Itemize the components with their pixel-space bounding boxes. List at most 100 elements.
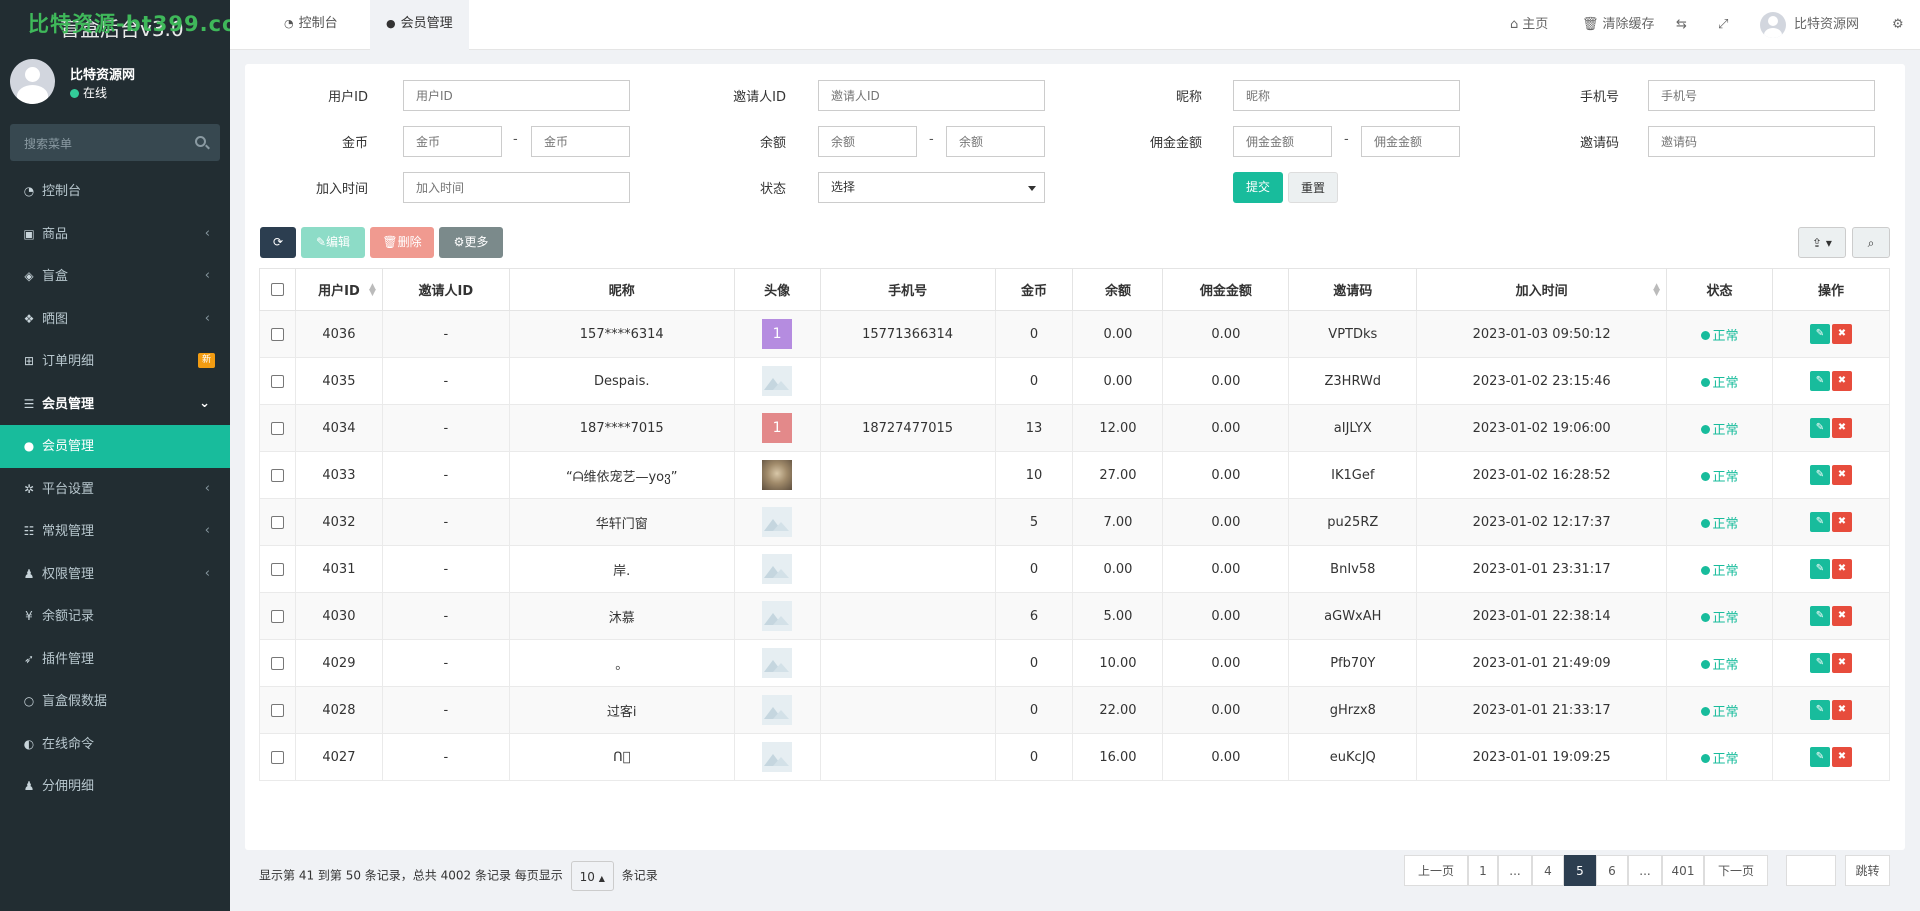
image-placeholder-icon[interactable] [762, 366, 793, 396]
avatar[interactable]: 1 [762, 413, 793, 443]
refresh-button[interactable]: ⟳ [260, 227, 296, 258]
next-page-button[interactable]: 下一页 [1704, 855, 1768, 886]
sidebar-item-members[interactable]: ● 会员管理 [0, 425, 230, 468]
cell-status[interactable]: 正常 [1666, 686, 1773, 734]
delete-icon[interactable]: ✖ [1831, 606, 1852, 626]
submit-button[interactable]: 提交 [1233, 172, 1283, 203]
col-user-id[interactable]: 用户ID ▲ ▼ [294, 268, 383, 311]
home-link[interactable]: ⌂ 主页 [1510, 0, 1548, 50]
image-placeholder-icon[interactable] [762, 742, 793, 772]
page-button[interactable]: 1 [1468, 855, 1498, 886]
sidebar-item-photos[interactable]: ❖ 晒图 ‹ [0, 298, 230, 341]
edit-icon[interactable]: ✎ [1809, 559, 1830, 579]
edit-icon[interactable]: ✎ [1809, 512, 1830, 532]
sidebar-item-online-command[interactable]: ◐ 在线命令 [0, 723, 230, 766]
status-badge[interactable]: 正常 [1700, 564, 1739, 579]
sidebar-item-plugins[interactable]: ➶ 插件管理 [0, 638, 230, 681]
status-badge[interactable]: 正常 [1700, 611, 1739, 626]
image-placeholder-icon[interactable] [762, 554, 793, 584]
edit-icon[interactable]: ✎ [1809, 747, 1830, 767]
edit-button[interactable]: ✎编辑 [301, 227, 365, 258]
row-checkbox[interactable] [259, 733, 296, 781]
col-join-time[interactable]: 加入时间 ▲ ▼ [1416, 268, 1668, 311]
row-checkbox[interactable] [259, 451, 296, 499]
tab-dashboard[interactable]: ◔ 控制台 [268, 0, 354, 50]
row-checkbox[interactable] [259, 592, 296, 640]
sidebar-item-dashboard[interactable]: ◔ 控制台 [0, 170, 230, 213]
sidebar-item-general[interactable]: ☷ 常规管理 ‹ [0, 510, 230, 553]
image-placeholder-icon[interactable] [762, 648, 793, 678]
status-badge[interactable]: 正常 [1700, 658, 1739, 673]
edit-icon[interactable]: ✎ [1809, 418, 1830, 438]
nickname-input[interactable] [1233, 80, 1460, 111]
sidebar-item-commission[interactable]: ♟ 分佣明细 [0, 765, 230, 808]
cell-status[interactable]: 正常 [1666, 404, 1773, 452]
phone-input[interactable] [1648, 80, 1875, 111]
edit-icon[interactable]: ✎ [1809, 700, 1830, 720]
cell-status[interactable]: 正常 [1666, 733, 1773, 781]
delete-button[interactable]: 🗑︎删除 [370, 227, 434, 258]
sidebar-item-balance-log[interactable]: ¥ 余额记录 [0, 595, 230, 638]
tab-members[interactable]: ● 会员管理 [370, 0, 469, 50]
join-time-input[interactable] [403, 172, 630, 203]
status-badge[interactable]: 正常 [1700, 376, 1739, 391]
row-checkbox[interactable] [259, 357, 296, 405]
prev-page-button[interactable]: 上一页 [1404, 855, 1468, 886]
delete-icon[interactable]: ✖ [1831, 371, 1852, 391]
edit-icon[interactable]: ✎ [1809, 324, 1830, 344]
delete-icon[interactable]: ✖ [1831, 653, 1852, 673]
status-badge[interactable]: 正常 [1700, 470, 1739, 485]
cell-status[interactable]: 正常 [1666, 451, 1773, 499]
page-size-select[interactable]: 10 ▲ [570, 861, 614, 891]
row-checkbox[interactable] [259, 404, 296, 452]
page-button[interactable]: 4 [1532, 855, 1564, 886]
delete-icon[interactable]: ✖ [1831, 465, 1852, 485]
status-badge[interactable]: 正常 [1700, 705, 1739, 720]
edit-icon[interactable]: ✎ [1809, 465, 1830, 485]
jump-button[interactable]: 跳转 [1845, 855, 1890, 886]
cell-status[interactable]: 正常 [1666, 498, 1773, 546]
search-icon[interactable] [195, 136, 206, 147]
jump-page-input[interactable] [1786, 855, 1836, 886]
row-checkbox[interactable] [259, 498, 296, 546]
export-button[interactable]: ⇪ ▾ [1798, 227, 1846, 258]
sidebar-item-orders[interactable]: ⊞ 订单明细新 [0, 340, 230, 383]
row-checkbox[interactable] [259, 545, 296, 593]
commission-max-input[interactable] [1361, 126, 1460, 157]
coins-max-input[interactable] [531, 126, 630, 157]
delete-icon[interactable]: ✖ [1831, 324, 1852, 344]
image-placeholder-icon[interactable] [762, 601, 793, 631]
sidebar-item-permissions[interactable]: ♟ 权限管理 ‹ [0, 553, 230, 596]
status-badge[interactable]: 正常 [1700, 752, 1739, 767]
cell-status[interactable]: 正常 [1666, 592, 1773, 640]
page-button[interactable]: 401 [1662, 855, 1704, 886]
cell-status[interactable]: 正常 [1666, 545, 1773, 593]
select-all-checkbox[interactable] [259, 268, 296, 311]
translate-icon[interactable]: ⇆ [1676, 0, 1687, 50]
avatar[interactable] [762, 460, 793, 490]
cell-status[interactable]: 正常 [1666, 357, 1773, 405]
status-select[interactable]: 选择 [818, 172, 1045, 203]
admin-menu[interactable]: 比特资源网 [1760, 0, 1859, 50]
edit-icon[interactable]: ✎ [1809, 371, 1830, 391]
commission-min-input[interactable] [1233, 126, 1332, 157]
edit-icon[interactable]: ✎ [1809, 606, 1830, 626]
reset-button[interactable]: 重置 [1288, 172, 1338, 203]
delete-icon[interactable]: ✖ [1831, 747, 1852, 767]
search-toggle-button[interactable]: ⌕ [1852, 227, 1890, 258]
avatar[interactable]: 1 [762, 319, 793, 349]
image-placeholder-icon[interactable] [762, 695, 793, 725]
sidebar-item-platform-settings[interactable]: ✲ 平台设置 ‹ [0, 468, 230, 511]
status-badge[interactable]: 正常 [1700, 329, 1739, 344]
row-checkbox[interactable] [259, 686, 296, 734]
page-button[interactable]: 6 [1596, 855, 1628, 886]
sidebar-item-blindbox[interactable]: ◈ 盲盒 ‹ [0, 255, 230, 298]
delete-icon[interactable]: ✖ [1831, 559, 1852, 579]
sidebar-item-fake-data[interactable]: ○ 盲盒假数据 [0, 680, 230, 723]
balance-min-input[interactable] [818, 126, 917, 157]
logo[interactable]: 盲盒后台v3.0 比特资源-bt399.com 实测分享 [0, 0, 230, 50]
status-badge[interactable]: 正常 [1700, 423, 1739, 438]
cell-status[interactable]: 正常 [1666, 310, 1773, 358]
delete-icon[interactable]: ✖ [1831, 418, 1852, 438]
delete-icon[interactable]: ✖ [1831, 512, 1852, 532]
